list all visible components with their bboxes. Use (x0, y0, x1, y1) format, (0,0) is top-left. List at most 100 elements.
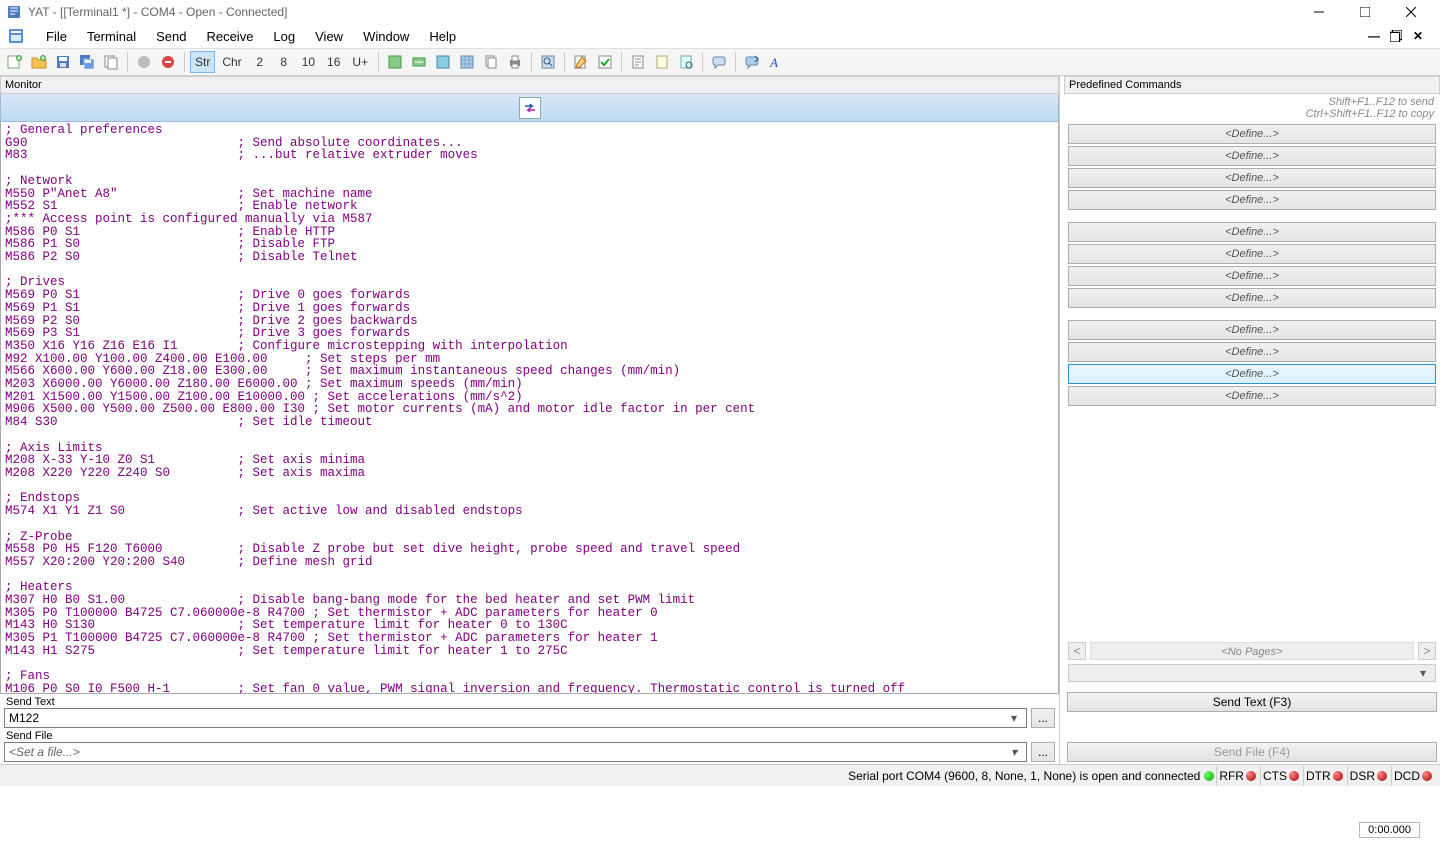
radix-chr-button[interactable]: Chr (217, 51, 246, 73)
window-title: YAT - [[Terminal1 *] - COM4 - Open - Con… (28, 5, 1296, 19)
svg-text:A: A (769, 55, 778, 70)
signal-cts: CTS (1260, 766, 1303, 786)
toolbar: Str Chr 2 8 10 16 U+ A (0, 48, 1440, 76)
monitor-bidir-icon[interactable] (519, 97, 541, 119)
menu-terminal[interactable]: Terminal (77, 27, 146, 46)
menu-file[interactable]: File (36, 27, 77, 46)
mdi-close-button[interactable]: ✕ (1410, 28, 1426, 44)
predefined-label: Predefined Commands (1064, 76, 1440, 94)
predef-define-button[interactable]: <Define...> (1068, 168, 1436, 188)
log-icon-3[interactable] (675, 51, 697, 73)
status-text: Serial port COM4 (9600, 8, None, 1, None… (848, 769, 1200, 783)
predef-hint-2: Ctrl+Shift+F1..F12 to copy (1070, 108, 1434, 120)
predef-define-button[interactable]: <Define...> (1068, 244, 1436, 264)
format-icon[interactable]: A (765, 51, 787, 73)
radix-unicode-button[interactable]: U+ (347, 51, 373, 73)
radix-16-button[interactable]: 16 (322, 51, 345, 73)
monitor-text[interactable]: ; General preferences G90 ; Send absolut… (1, 122, 1058, 693)
chevron-down-icon[interactable]: ▾ (1006, 711, 1022, 725)
statusbar: Serial port COM4 (9600, 8, None, 1, None… (0, 764, 1440, 786)
monitor-toolbar (0, 94, 1059, 122)
radix-2-button[interactable]: 2 (249, 51, 271, 73)
start-icon[interactable] (133, 51, 155, 73)
send-file-placeholder: <Set a file...> (9, 745, 80, 759)
signal-rfr: RFR (1216, 766, 1260, 786)
radix-10-button[interactable]: 10 (297, 51, 320, 73)
chevron-down-icon: ▾ (1415, 666, 1431, 680)
led-icon (1333, 771, 1343, 781)
predef-define-button[interactable]: <Define...> (1068, 146, 1436, 166)
menu-help[interactable]: Help (419, 27, 466, 46)
stop-icon[interactable] (157, 51, 179, 73)
send-text-browse-button[interactable]: ... (1031, 708, 1055, 728)
copy-icon[interactable] (480, 51, 502, 73)
predef-define-button[interactable]: <Define...> (1068, 266, 1436, 286)
find-icon[interactable] (537, 51, 559, 73)
app-menu-icon[interactable] (6, 26, 26, 46)
monitor-area: ; General preferences G90 ; Send absolut… (0, 122, 1059, 694)
menubar: File Terminal Send Receive Log View Wind… (0, 24, 1440, 48)
predef-define-button[interactable]: <Define...> (1068, 320, 1436, 340)
signal-dsr: DSR (1347, 766, 1391, 786)
predef-list: <Define...><Define...><Define...><Define… (1064, 122, 1440, 640)
monitor-label: Monitor (0, 76, 1059, 94)
signal-dcd: DCD (1391, 766, 1436, 786)
autoresp-icon-2[interactable] (741, 51, 763, 73)
log-icon-2[interactable] (651, 51, 673, 73)
close-button[interactable] (1388, 0, 1434, 24)
save-all-icon[interactable] (76, 51, 98, 73)
minimize-button[interactable] (1296, 0, 1342, 24)
send-file-input[interactable]: <Set a file...> ▾ (4, 742, 1027, 762)
predef-page-next-button[interactable]: > (1418, 642, 1436, 660)
send-text-label: Send Text (6, 696, 1053, 708)
tool-icon-2[interactable] (408, 51, 430, 73)
predef-define-button[interactable]: <Define...> (1068, 342, 1436, 362)
connection-led-icon (1204, 771, 1214, 781)
predef-define-button[interactable]: <Define...> (1068, 364, 1436, 384)
send-file-label: Send File (6, 730, 1053, 742)
autoresp-icon-1[interactable] (708, 51, 730, 73)
radix-8-button[interactable]: 8 (273, 51, 295, 73)
send-text-input[interactable]: M122 ▾ (4, 708, 1027, 728)
led-icon (1377, 771, 1387, 781)
predef-define-button[interactable]: <Define...> (1068, 386, 1436, 406)
open-icon[interactable] (28, 51, 50, 73)
menu-send[interactable]: Send (146, 27, 196, 46)
timer: 0:00.000 (1359, 822, 1420, 838)
print-icon[interactable] (504, 51, 526, 73)
titlebar: YAT - [[Terminal1 *] - COM4 - Open - Con… (0, 0, 1440, 24)
menu-log[interactable]: Log (263, 27, 305, 46)
radix-str-button[interactable]: Str (190, 51, 215, 73)
predef-no-pages: <No Pages> (1090, 642, 1414, 660)
send-text-button[interactable]: Send Text (F3) (1067, 692, 1437, 712)
menu-view[interactable]: View (305, 27, 353, 46)
mdi-restore-button[interactable] (1388, 28, 1404, 44)
led-icon (1246, 771, 1256, 781)
predef-define-button[interactable]: <Define...> (1068, 190, 1436, 210)
edit-icon[interactable] (570, 51, 592, 73)
send-text-value: M122 (9, 711, 39, 725)
menu-receive[interactable]: Receive (196, 27, 263, 46)
predef-page-prev-button[interactable]: < (1068, 642, 1086, 660)
tool-icon-3[interactable] (432, 51, 454, 73)
new-terminal-icon[interactable] (4, 51, 26, 73)
tool-icon-4[interactable] (456, 51, 478, 73)
predef-define-button[interactable]: <Define...> (1068, 288, 1436, 308)
predef-define-button[interactable]: <Define...> (1068, 222, 1436, 242)
log-icon-1[interactable] (627, 51, 649, 73)
predef-define-button[interactable]: <Define...> (1068, 124, 1436, 144)
send-file-button: Send File (F4) (1067, 742, 1437, 762)
send-file-browse-button[interactable]: ... (1031, 742, 1055, 762)
check-icon[interactable] (594, 51, 616, 73)
led-icon (1422, 771, 1432, 781)
mdi-minimize-button[interactable]: — (1366, 28, 1382, 44)
predef-hint-1: Shift+F1..F12 to send (1070, 96, 1434, 108)
tool-icon-1[interactable] (384, 51, 406, 73)
chevron-down-icon[interactable]: ▾ (1006, 745, 1022, 759)
duplicate-icon[interactable] (100, 51, 122, 73)
save-icon[interactable] (52, 51, 74, 73)
led-icon (1289, 771, 1299, 781)
maximize-button[interactable] (1342, 0, 1388, 24)
predef-page-dropdown[interactable]: ▾ (1068, 664, 1436, 682)
menu-window[interactable]: Window (353, 27, 419, 46)
